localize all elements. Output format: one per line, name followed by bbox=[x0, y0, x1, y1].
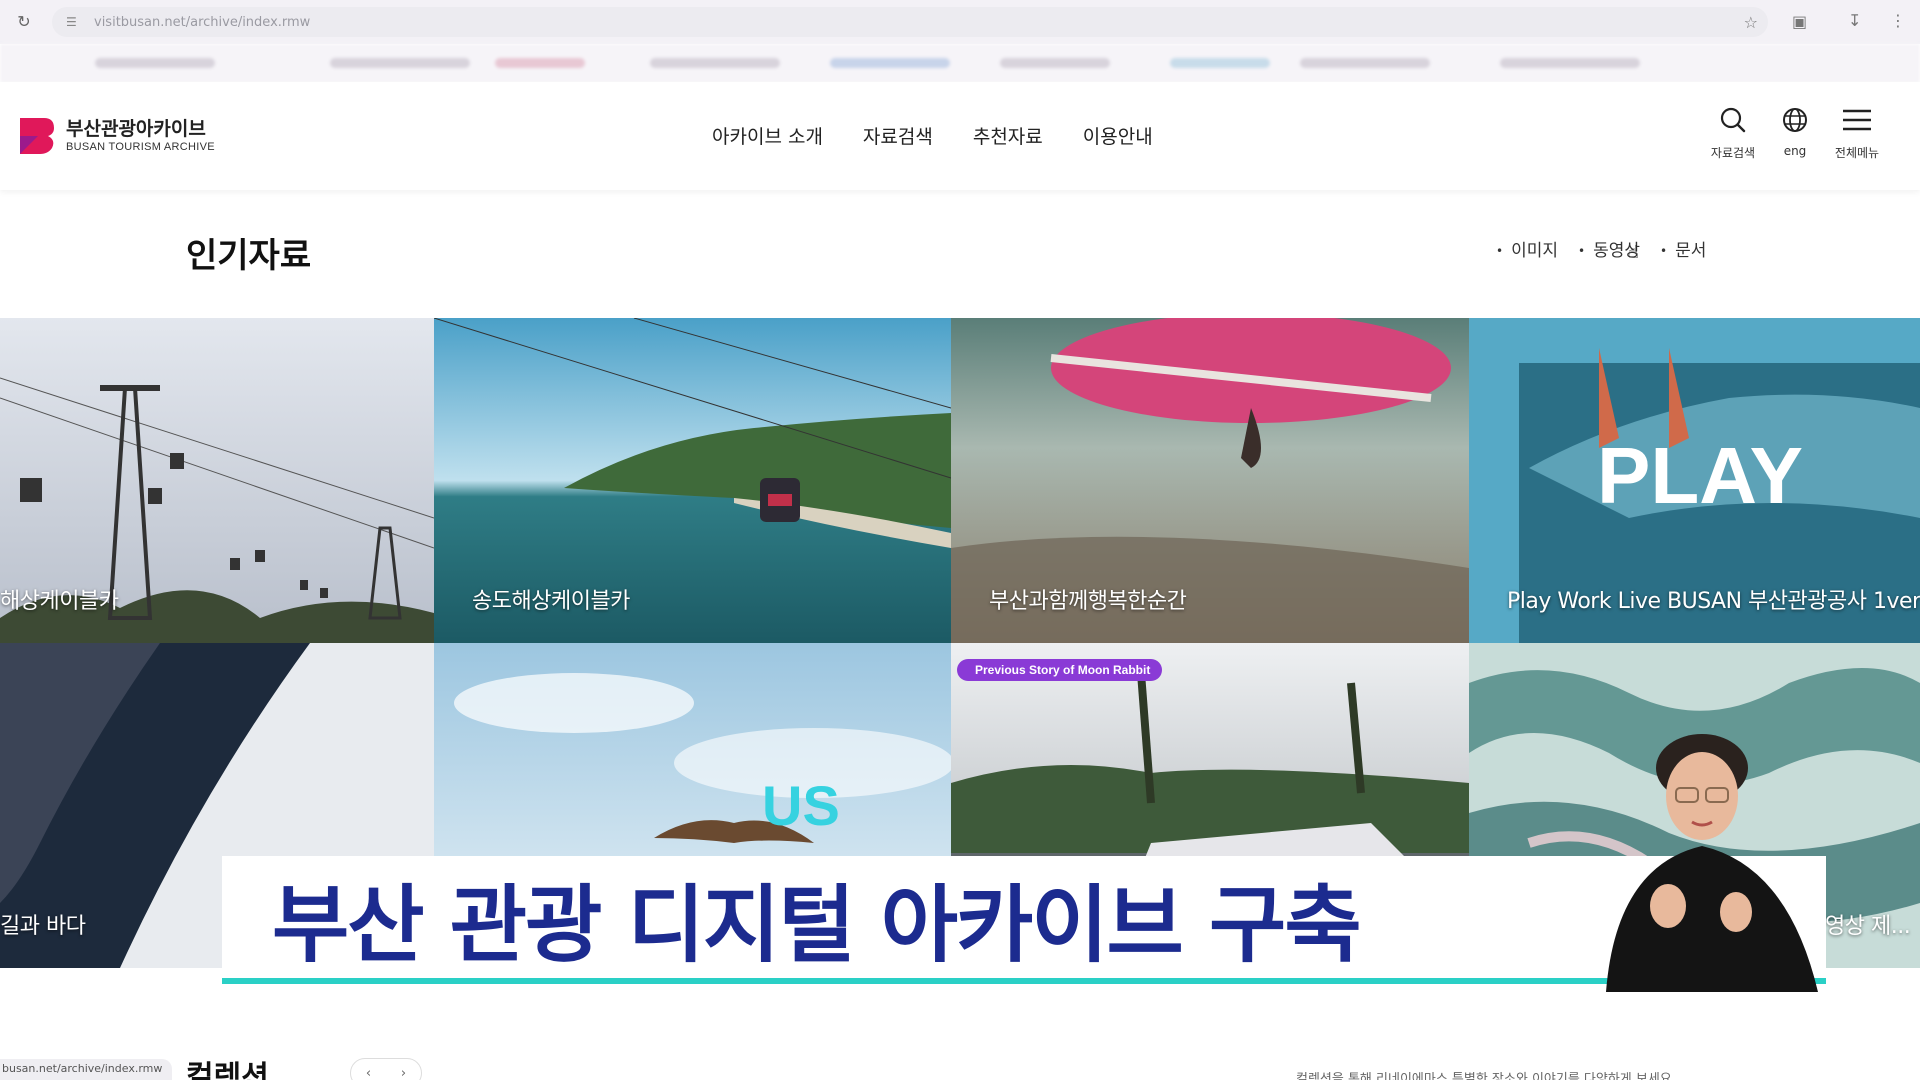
globe-icon bbox=[1760, 102, 1830, 138]
nav-guide[interactable]: 이용안내 bbox=[1083, 122, 1153, 149]
collection-description: 컬렉션을 통해 리네이에마스 특별한 장소와 이야기를 다양하게 보세요 bbox=[1296, 1072, 1672, 1080]
section-title-popular: 인기자료 bbox=[186, 236, 312, 276]
broadcast-caption: 부산 관광 디지털 아카이브 구축 bbox=[222, 856, 1826, 984]
prev-arrow-icon[interactable]: ‹ bbox=[366, 1066, 371, 1080]
sign-language-interpreter bbox=[1596, 716, 1828, 992]
language-button[interactable]: eng bbox=[1760, 102, 1830, 158]
language-label: eng bbox=[1783, 144, 1807, 158]
status-bar-url: busan.net/archive/index.rmw bbox=[0, 1059, 173, 1080]
media-filter: 이미지 동영상 문서 bbox=[1496, 236, 1706, 261]
nav-recommended[interactable]: 추천자료 bbox=[973, 122, 1043, 149]
bookmark-item[interactable] bbox=[330, 58, 470, 68]
full-menu-button[interactable]: 전체메뉴 bbox=[1822, 102, 1892, 161]
bookmark-item[interactable] bbox=[1300, 58, 1430, 68]
carousel-nav: ‹ › bbox=[350, 1058, 422, 1080]
logo-mark-icon bbox=[18, 116, 56, 156]
bookmark-item[interactable] bbox=[495, 58, 585, 68]
main-nav: 아카이브 소개 자료검색 추천자료 이용안내 bbox=[712, 122, 1153, 149]
menu-icon[interactable]: ⋮ bbox=[1890, 11, 1906, 30]
nav-search[interactable]: 자료검색 bbox=[863, 122, 933, 149]
search-icon bbox=[1698, 102, 1768, 138]
bookmark-item[interactable] bbox=[95, 58, 215, 68]
search-button[interactable]: 자료검색 bbox=[1698, 102, 1768, 161]
bookmark-item[interactable] bbox=[1000, 58, 1110, 68]
site-logo[interactable]: 부산관광아카이브 BUSAN TOURISM ARCHIVE bbox=[18, 116, 215, 156]
filter-image[interactable]: 이미지 bbox=[1496, 236, 1558, 261]
nav-archive-intro[interactable]: 아카이브 소개 bbox=[712, 122, 823, 149]
logo-title: 부산관광아카이브 bbox=[66, 118, 206, 140]
bookmarks-bar bbox=[0, 44, 1920, 82]
tile-caption: 영상 제... bbox=[1825, 914, 1911, 939]
reload-icon[interactable]: ↻ bbox=[14, 12, 34, 32]
tile-caption: 길과 바다 bbox=[0, 914, 86, 939]
site-header: 부산관광아카이브 BUSAN TOURISM ARCHIVE 아카이브 소개 자… bbox=[0, 82, 1920, 190]
logo-subtitle: BUSAN TOURISM ARCHIVE bbox=[66, 141, 215, 153]
address-bar[interactable]: ☰ visitbusan.net/archive/index.rmw ☆ bbox=[52, 7, 1768, 37]
tile-caption: 송도해상케이블카 bbox=[472, 589, 630, 614]
tile-caption: Play Work Live BUSAN 부산관광공사 1ver bbox=[1507, 589, 1920, 614]
site-info-icon[interactable]: ☰ bbox=[66, 15, 82, 29]
bookmark-item[interactable] bbox=[830, 58, 950, 68]
bookmark-item[interactable] bbox=[1170, 58, 1270, 68]
mouse-pointer-icon: ☝ bbox=[1628, 242, 1639, 263]
tile-caption: 해상케이블카 bbox=[0, 589, 119, 614]
tile-play-work-live[interactable]: PLAY Play Work Live BUSAN 부산관광공사 1ver bbox=[1469, 318, 1920, 643]
next-arrow-icon[interactable]: › bbox=[401, 1066, 406, 1080]
hamburger-icon bbox=[1822, 102, 1892, 138]
section-title-collection: 컬렉션 bbox=[186, 1060, 269, 1080]
bookmark-item[interactable] bbox=[1500, 58, 1640, 68]
tile-badge: Previous Story of Moon Rabbit bbox=[957, 659, 1163, 681]
page: ↻ ☰ visitbusan.net/archive/index.rmw ☆ ▣… bbox=[0, 0, 1920, 1080]
browser-toolbar: ↻ ☰ visitbusan.net/archive/index.rmw ☆ ▣… bbox=[0, 0, 1920, 44]
broadcast-caption-text: 부산 관광 디지털 아카이브 구축 bbox=[272, 876, 1362, 974]
tile-caption: 부산과함께행복한순간 bbox=[989, 589, 1187, 614]
tile-songdo-cable-car[interactable]: 송도해상케이블카 bbox=[434, 318, 951, 643]
filter-document[interactable]: 문서 bbox=[1660, 236, 1706, 261]
tile-overlay-text: PLAY bbox=[1597, 431, 1804, 520]
url-text: visitbusan.net/archive/index.rmw bbox=[94, 14, 311, 30]
tile-overlay-text: US bbox=[762, 774, 840, 837]
tile-cable-car[interactable]: 해상케이블카 bbox=[0, 318, 434, 643]
download-icon[interactable]: ↧ bbox=[1848, 11, 1861, 30]
tile-happy-moment[interactable]: 부산과함께행복한순간 bbox=[951, 318, 1469, 643]
extensions-icon[interactable]: ▣ bbox=[1792, 12, 1807, 31]
search-label: 자료검색 bbox=[1710, 146, 1756, 160]
star-icon[interactable]: ☆ bbox=[1744, 13, 1758, 32]
bookmark-item[interactable] bbox=[650, 58, 780, 68]
full-menu-label: 전체메뉴 bbox=[1834, 146, 1880, 160]
